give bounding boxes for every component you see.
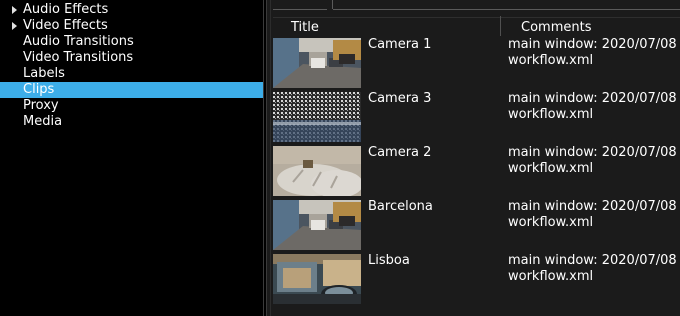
- clip-comment: main window: 2020/07/08 workflow.xml: [508, 145, 677, 177]
- clip-title: Camera 2: [368, 145, 432, 160]
- expand-arrow-icon[interactable]: [12, 6, 17, 14]
- clip-row[interactable]: Camera 2 main window: 2020/07/08 workflo…: [273, 145, 680, 200]
- panel-divider: [266, 0, 267, 316]
- tree-item-label: Clips: [23, 82, 55, 97]
- clip-comment: main window: 2020/07/08 workflow.xml: [508, 91, 677, 123]
- tree-item-media[interactable]: Media: [0, 114, 263, 130]
- tree-item-audio-transitions[interactable]: Audio Transitions: [0, 34, 263, 50]
- clip-comment-line: workflow.xml: [508, 215, 594, 230]
- clip-row[interactable]: Barcelona main window: 2020/07/08 workfl…: [273, 199, 680, 254]
- tree-item-audio-effects[interactable]: Audio Effects: [0, 2, 263, 18]
- list-border: [270, 0, 271, 316]
- effects-tree-panel: Audio Effects Video Effects Audio Transi…: [0, 0, 266, 316]
- clip-title: Camera 3: [368, 91, 432, 106]
- column-separator[interactable]: [500, 16, 501, 36]
- clip-thumbnail: [273, 200, 361, 250]
- clip-comment-line: workflow.xml: [508, 161, 594, 176]
- clip-comment-line: main window: 2020/07/08: [508, 199, 677, 214]
- clip-row[interactable]: Camera 3 main window: 2020/07/08 workflo…: [273, 91, 680, 146]
- clip-title: Camera 1: [368, 37, 432, 52]
- clip-comment-line: main window: 2020/07/08: [508, 253, 677, 268]
- clip-comment: main window: 2020/07/08 workflow.xml: [508, 37, 677, 69]
- clip-thumbnail: [273, 38, 361, 88]
- tree-item-labels[interactable]: Labels: [0, 66, 263, 82]
- tree-item-label: Video Effects: [23, 18, 108, 33]
- tree-item-label: Audio Effects: [23, 2, 109, 17]
- tree-item-clips[interactable]: Clips: [0, 82, 263, 98]
- tree-item-proxy[interactable]: Proxy: [0, 98, 263, 114]
- tree-item-video-effects[interactable]: Video Effects: [0, 18, 263, 34]
- clip-row[interactable]: Camera 1 main window: 2020/07/08 workflo…: [273, 37, 680, 92]
- clip-comment: main window: 2020/07/08 workflow.xml: [508, 253, 677, 285]
- panel-divider[interactable]: [263, 0, 264, 316]
- expand-arrow-icon[interactable]: [12, 22, 17, 30]
- tree-item-video-transitions[interactable]: Video Transitions: [0, 50, 263, 66]
- clip-title: Barcelona: [368, 199, 433, 214]
- clip-comment-line: main window: 2020/07/08: [508, 37, 677, 52]
- tree-item-label: Audio Transitions: [23, 34, 134, 49]
- column-header-title[interactable]: Title: [291, 20, 319, 35]
- clip-thumbnail: [273, 146, 361, 196]
- tree-item-label: Proxy: [23, 98, 59, 113]
- clip-comment-line: main window: 2020/07/08: [508, 91, 677, 106]
- clip-comment-line: workflow.xml: [508, 53, 594, 68]
- clip-title: Lisboa: [368, 253, 410, 268]
- clip-list-header: Title Comments: [273, 17, 680, 38]
- clip-thumbnail: [273, 254, 361, 304]
- tree-item-label: Video Transitions: [23, 50, 134, 65]
- clip-comment-line: main window: 2020/07/08: [508, 145, 677, 160]
- clip-row[interactable]: Lisboa main window: 2020/07/08 workflow.…: [273, 253, 680, 308]
- clip-comment-line: workflow.xml: [508, 269, 594, 284]
- clip-comment: main window: 2020/07/08 workflow.xml: [508, 199, 677, 231]
- top-frame: [273, 0, 327, 10]
- category-tree: Audio Effects Video Effects Audio Transi…: [0, 2, 263, 130]
- tree-item-label: Labels: [23, 66, 65, 81]
- top-frame: [333, 0, 680, 10]
- column-header-comments[interactable]: Comments: [521, 20, 591, 35]
- clip-comment-line: workflow.xml: [508, 107, 594, 122]
- tree-item-label: Media: [23, 114, 63, 129]
- clip-thumbnail: [273, 92, 361, 142]
